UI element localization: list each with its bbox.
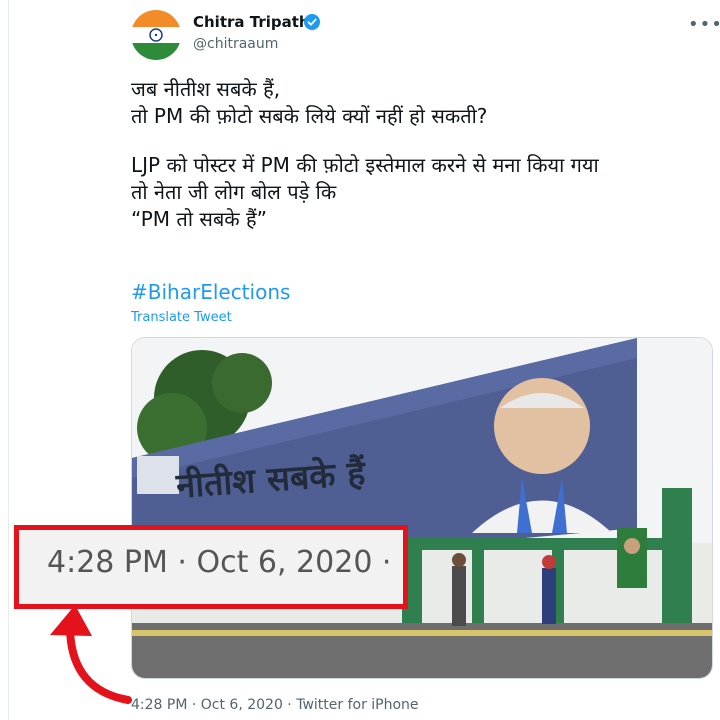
tweet-text: जब नीतीश सबके हैं, तो PM की फ़ोटो सबके ल… bbox=[131, 76, 691, 233]
author-handle[interactable]: @chitraaum bbox=[193, 36, 278, 52]
banner-photo bbox=[132, 338, 712, 678]
more-options-icon[interactable]: ••• bbox=[688, 14, 720, 35]
red-arrow-icon bbox=[50, 605, 132, 704]
tweet-line: “PM तो सबके हैं” bbox=[131, 207, 267, 231]
tweet-photo[interactable] bbox=[131, 337, 713, 679]
tweet-line: तो नेता जी लोग बोल पड़े कि bbox=[131, 180, 337, 204]
tweet-line: तो PM की फ़ोटो सबके लिये क्यों नहीं हो स… bbox=[131, 104, 488, 128]
verified-badge-icon bbox=[304, 14, 320, 30]
author-name[interactable]: Chitra Tripathi bbox=[193, 13, 315, 31]
tweet-line: LJP को पोस्टर में PM की फ़ोटो इस्तेमाल क… bbox=[131, 153, 599, 177]
tweet-line: जब नीतीश सबके हैं, bbox=[131, 77, 281, 101]
tweet-timestamp-source[interactable]: 4:28 PM · Oct 6, 2020 · Twitter for iPho… bbox=[131, 697, 419, 713]
